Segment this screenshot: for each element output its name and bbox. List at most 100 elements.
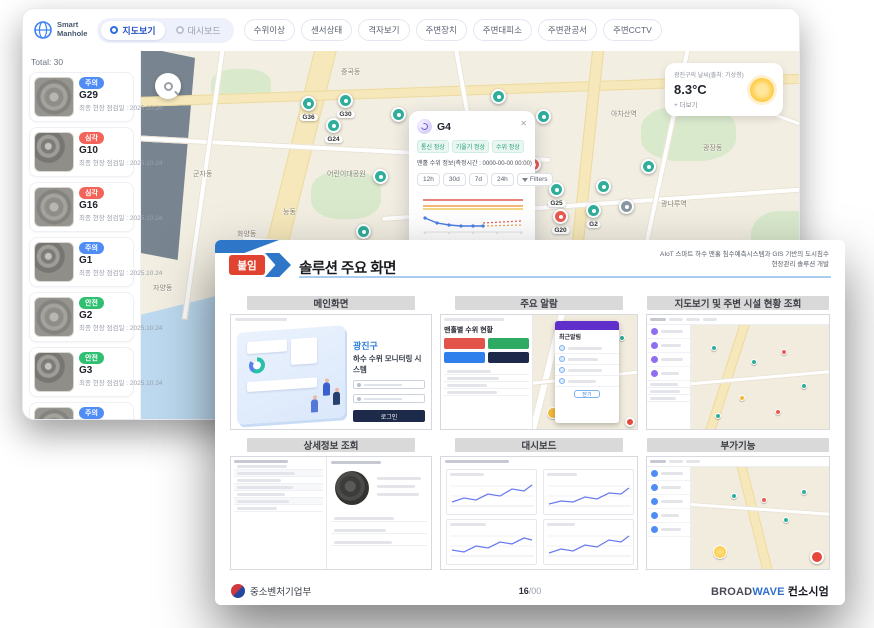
panel-title-alarm: 주요 알람 [455,296,623,310]
login-password-field[interactable] [353,394,425,403]
table-row [647,381,690,388]
manhole-list-item[interactable]: 주의 G1 최종 현장 점검일 : 2025.10.24 [29,237,134,287]
map-marker[interactable] [373,169,388,184]
manhole-list-item[interactable]: 주의 G4 최종 현장 점검일 : 2025.10.24 [29,402,134,420]
pill-sensor-state[interactable]: 센서상태 [301,19,352,41]
filters-button[interactable]: Filters [517,173,553,186]
pill-nearby-devices[interactable]: 주변장치 [416,19,467,41]
weather-widget: 광진구의 날씨(출처: 기상청) 8.3°C + 더보기 [665,63,783,116]
table-row [647,395,690,402]
slide-subtitle-line2: 현장관리 솔루션 개발 [660,260,829,270]
map-marker[interactable] [356,224,371,239]
alert-row[interactable] [555,365,619,376]
pill-water-level[interactable]: 수위이상 [244,19,295,41]
range-button-30d[interactable]: 30d [443,173,466,186]
alarm-button-report[interactable] [488,352,529,363]
toggle-dashboard-label: 대시보드 [188,24,221,37]
funnel-icon [522,178,528,182]
map-dot [731,493,737,499]
app-logo[interactable]: Smart Manhole [33,20,87,40]
filters-label: Filters [530,176,548,183]
alarm-button-monitor[interactable] [444,352,485,363]
app-topbar: Smart Manhole 지도보기 대시보드 수위이상 센서상태 격자보기 주… [23,9,799,51]
alarm-button-flood[interactable] [444,338,485,349]
alert-icon [559,378,565,384]
manhole-list-item[interactable]: 심각 G16 최종 현장 점검일 : 2025.10.24 [29,182,134,232]
marker-label: G24 [324,136,342,143]
alert-row[interactable] [555,376,619,387]
range-button-7d[interactable]: 7d [469,173,488,186]
map-label: 화양동 [237,229,256,239]
map-marker-g24[interactable]: G24 [326,118,341,133]
alert-count-badge [625,417,635,427]
modal-title: 최근알림 [555,330,619,343]
text-line [377,493,419,496]
close-icon[interactable]: ✕ [520,119,527,128]
manhole-list-item[interactable]: 주의 G29 최종 현장 점검일 : 2025.10.24 [29,72,134,122]
map-label: 광장동 [703,143,722,153]
map-label: 광나루역 [661,199,687,209]
map-marker[interactable] [491,89,506,104]
alarm-button-safe[interactable] [488,338,529,349]
map-marker-g30[interactable]: G30 [338,93,353,108]
slide-title: 솔루션 주요 화면 [299,257,396,278]
modal-close-button[interactable]: 닫기 [574,390,600,398]
alert-row[interactable] [555,343,619,354]
feature-row [647,509,690,523]
inspection-date: 최종 현장 점검일 : 2025.10.24 [79,212,129,222]
alert-icon [559,345,565,351]
map-marker-g20[interactable]: G20 [553,209,568,224]
pill-grid-view[interactable]: 격자보기 [358,19,409,41]
text-line [447,384,487,387]
map-marker[interactable] [619,199,634,214]
text-line [237,507,277,510]
pill-nearby-shelters[interactable]: 주변대피소 [473,19,532,41]
text-line [650,390,680,393]
map-label: 능동 [283,207,296,217]
toggle-dashboard-view[interactable]: 대시보드 [167,21,230,40]
alert-row[interactable] [555,354,619,365]
text-line [661,372,679,375]
text-line [568,380,596,383]
weather-more-link[interactable]: + 더보기 [674,99,744,109]
facility-icon [651,370,658,377]
login-button[interactable]: 로그인 [353,410,425,422]
inspection-date: 최종 현장 점검일 : 2025.10.24 [79,157,129,167]
modal-header [555,321,619,330]
thumbnail-map-facilities [646,314,830,430]
screenshot-stage: Smart Manhole 지도보기 대시보드 수위이상 센서상태 격자보기 주… [0,0,874,628]
map-search-button[interactable] [155,73,181,99]
marker-label: G25 [547,200,565,207]
map-marker[interactable] [391,107,406,122]
map-label: 아차산역 [611,109,637,119]
pill-nearby-offices[interactable]: 주변관공서 [538,19,597,41]
range-button-12h[interactable]: 12h [417,173,440,186]
nav-pill [686,460,700,463]
map-dot [801,383,807,389]
brand-line2: Manhole [57,30,87,39]
table-row [647,388,690,395]
toggle-map-view[interactable]: 지도보기 [101,21,164,40]
map-dot [801,489,807,495]
map-marker[interactable] [641,159,656,174]
login-id-field[interactable] [353,380,425,389]
manhole-photo [34,187,74,227]
manhole-popup-icon [417,119,432,134]
manhole-list-item[interactable]: 심각 G10 최종 현장 점검일 : 2025.10.24 [29,127,134,177]
map-marker[interactable] [536,109,551,124]
text-line [661,486,681,489]
map-marker[interactable] [596,179,611,194]
status-chip-level: 수위 정상 [492,140,524,153]
text-line [237,500,289,503]
manhole-list-item[interactable]: 안전 G2 최종 현장 점검일 : 2025.10.24 [29,292,134,342]
map-marker-g2[interactable]: G2 [586,203,601,218]
range-button-24h[interactable]: 24h [491,173,514,186]
illus-card [247,377,317,392]
pill-nearby-cctv[interactable]: 주변CCTV [603,19,662,41]
map-marker-g36[interactable]: G36 [301,96,316,111]
text-line [377,485,415,488]
manhole-list-item[interactable]: 안전 G3 최종 현장 점검일 : 2025.10.24 [29,347,134,397]
login-system-label: 하수 수위 모니터링 시스템 [353,353,425,375]
brand-broad: BROAD [711,586,752,598]
recent-alert-modal: 최근알림 닫기 [555,321,619,423]
